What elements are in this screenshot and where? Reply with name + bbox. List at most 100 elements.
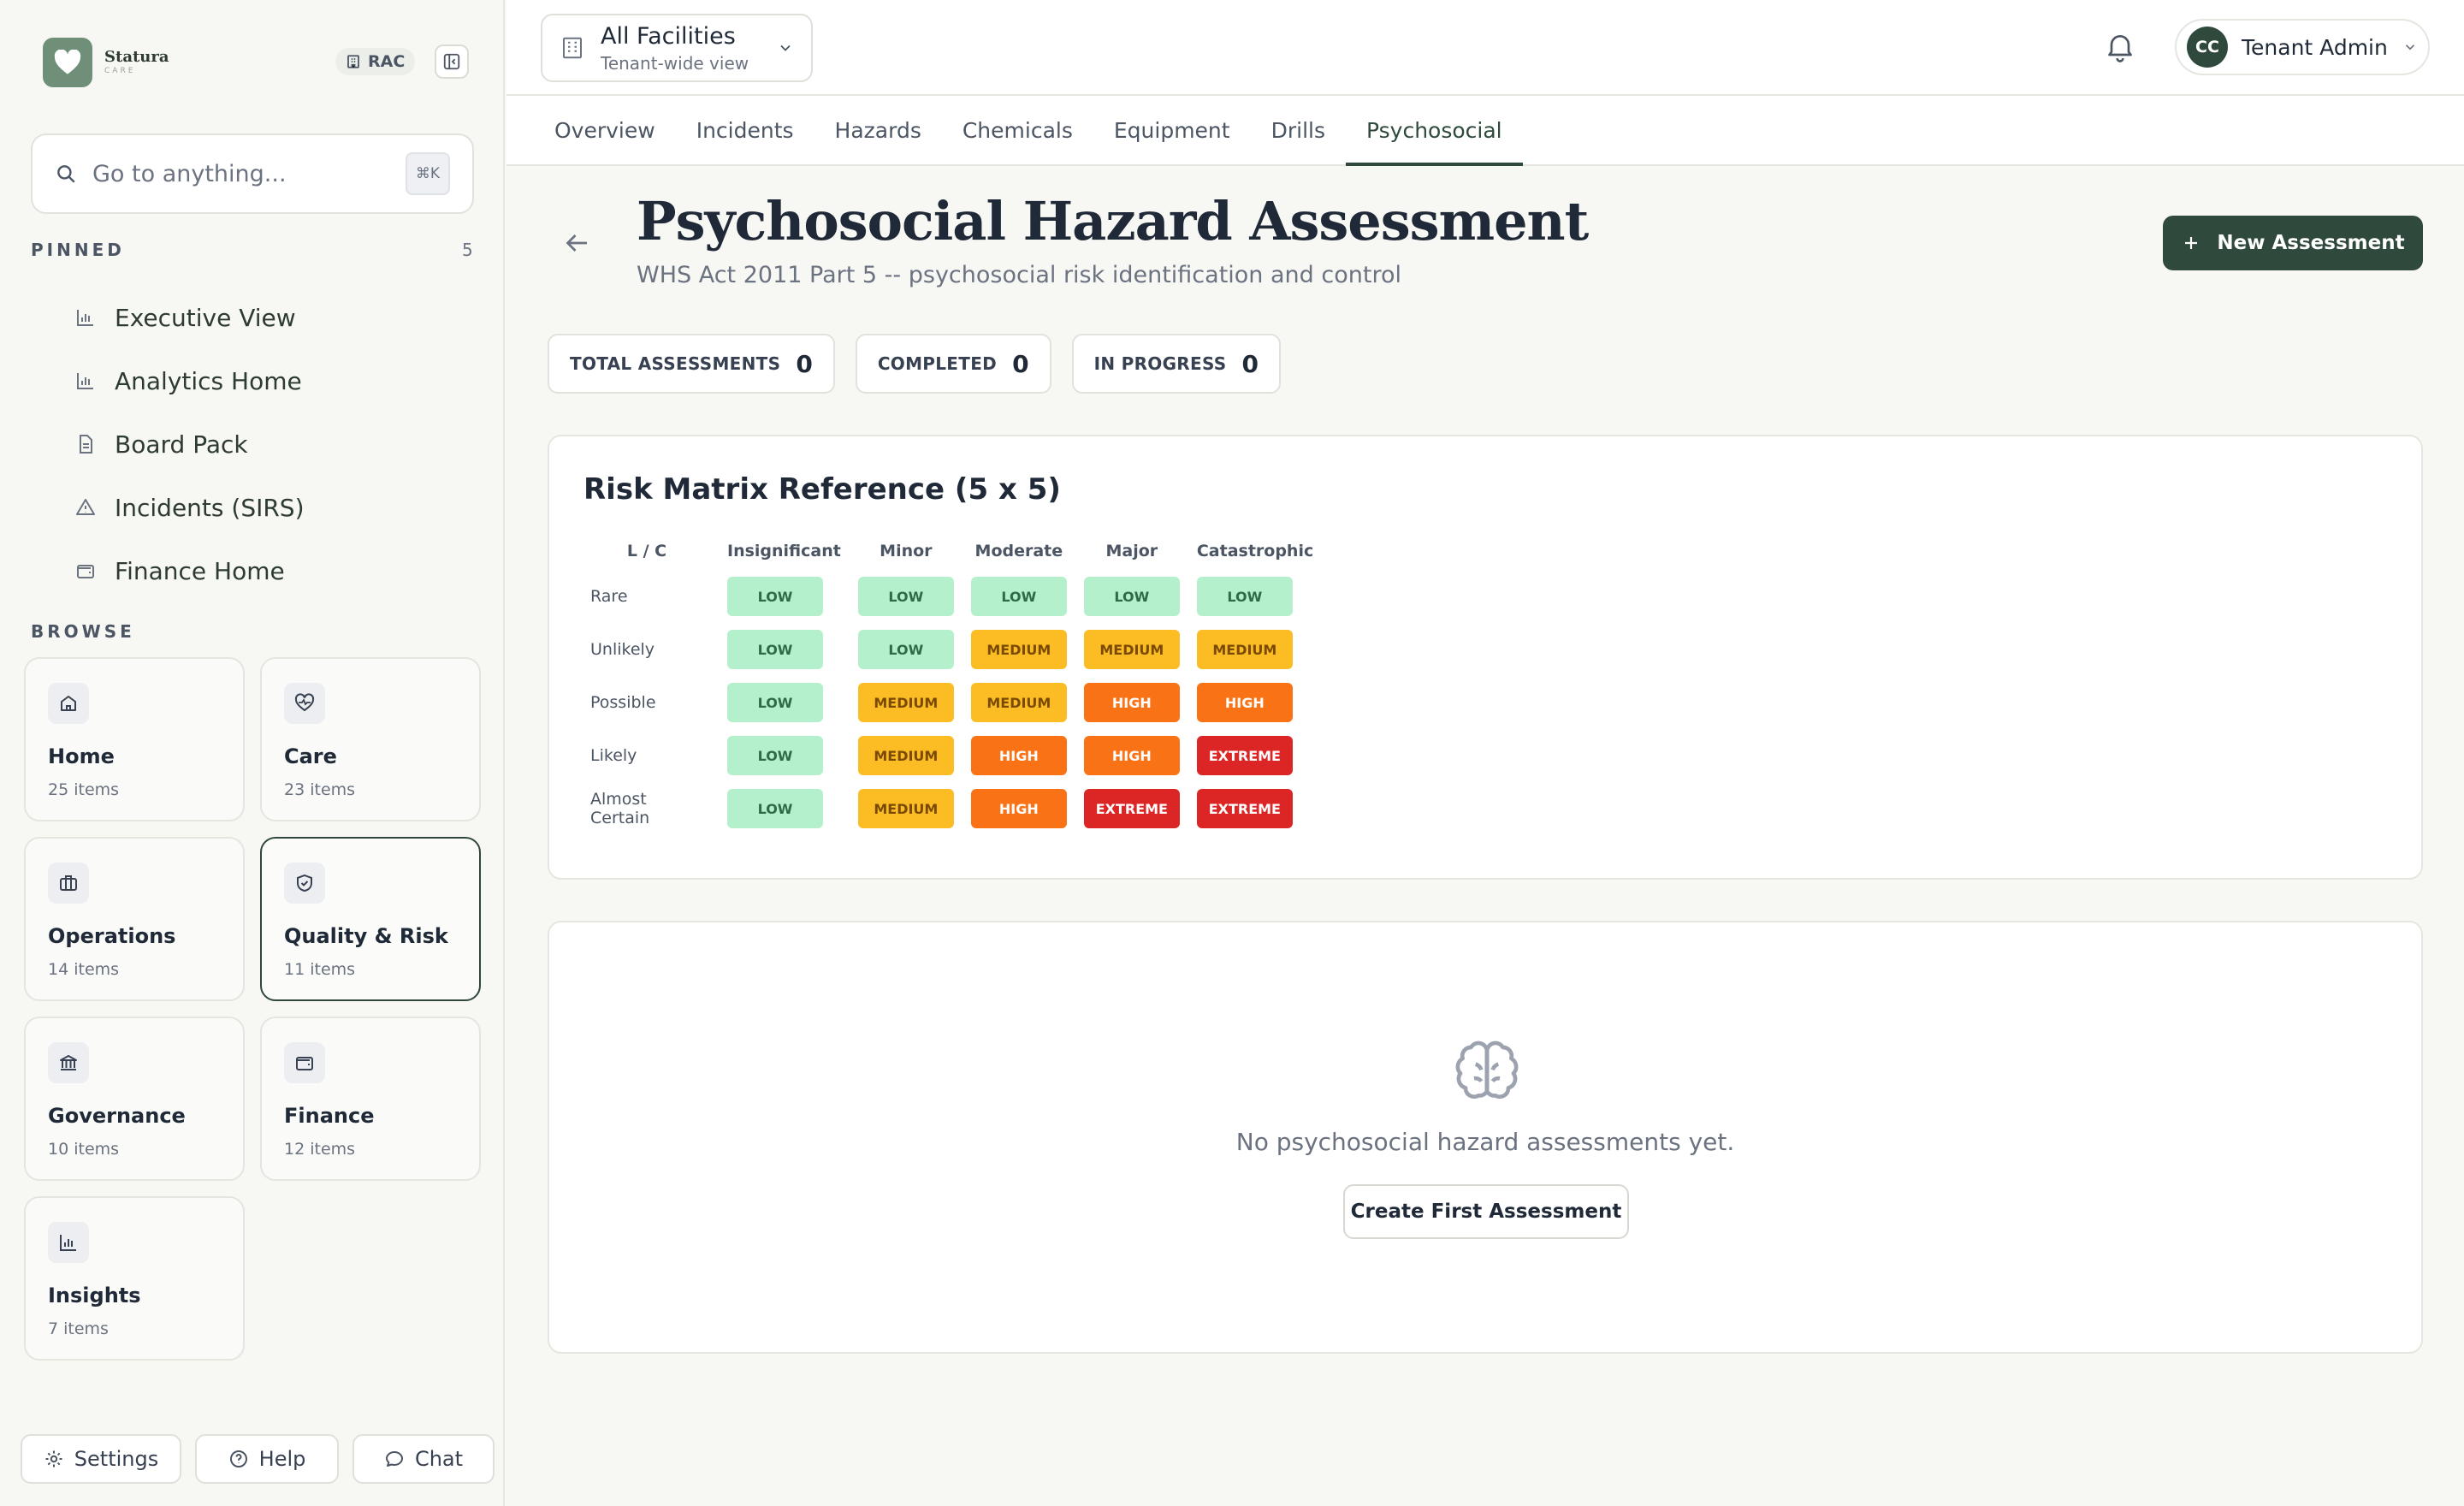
user-menu[interactable]: CC Tenant Admin xyxy=(2175,19,2430,75)
pinned-item-analytics-home[interactable]: Analytics Home xyxy=(75,349,305,412)
risk-level-cell: MEDIUM xyxy=(970,683,1067,722)
briefcase-icon xyxy=(48,863,89,904)
tab-drills[interactable]: Drills xyxy=(1251,96,1346,164)
facility-subtitle: Tenant-wide view xyxy=(601,52,749,74)
pinned-item-board-pack[interactable]: Board Pack xyxy=(75,412,305,476)
matrix-cell-wrapper: MEDIUM xyxy=(857,736,954,775)
matrix-cell-wrapper: LOW xyxy=(727,577,841,616)
chevron-down-icon xyxy=(2405,44,2415,50)
tile-title: Home xyxy=(48,744,115,768)
pinned-item-label: Board Pack xyxy=(115,430,248,459)
pinned-item-executive-view[interactable]: Executive View xyxy=(75,286,305,349)
risk-level-cell: MEDIUM xyxy=(857,683,954,722)
facility-selector[interactable]: All Facilities Tenant-wide view xyxy=(541,14,813,82)
browse-tile-insights[interactable]: Insights 7 items xyxy=(24,1196,245,1361)
tile-title: Quality & Risk xyxy=(284,924,448,948)
risk-level-cell: EXTREME xyxy=(1083,789,1180,828)
browse-tile-quality-risk[interactable]: Quality & Risk 11 items xyxy=(260,837,481,1001)
risk-matrix-title: Risk Matrix Reference (5 x 5) xyxy=(583,472,1061,507)
back-button[interactable] xyxy=(561,228,592,262)
tab-chemicals[interactable]: Chemicals xyxy=(942,96,1093,164)
risk-level-cell: LOW xyxy=(727,736,823,775)
matrix-cell-wrapper: MEDIUM xyxy=(857,789,954,828)
risk-level-cell: LOW xyxy=(1083,577,1180,616)
facility-title: All Facilities xyxy=(601,22,736,50)
tab-incidents[interactable]: Incidents xyxy=(676,96,814,164)
tab-psychosocial[interactable]: Psychosocial xyxy=(1346,96,1523,166)
browse-tile-operations[interactable]: Operations 14 items xyxy=(24,837,245,1001)
module-tabs: Overview Incidents Hazards Chemicals Equ… xyxy=(506,96,2464,166)
search-input[interactable]: Go to anything... ⌘K xyxy=(31,133,474,214)
matrix-row: Unlikely LOW LOW MEDIUM MEDIUM MEDIUM xyxy=(583,630,1313,669)
matrix-cell-wrapper: EXTREME xyxy=(1196,736,1313,775)
new-assessment-button[interactable]: New Assessment xyxy=(2163,216,2423,270)
matrix-cell-wrapper: LOW xyxy=(970,577,1067,616)
tab-equipment[interactable]: Equipment xyxy=(1093,96,1251,164)
brand[interactable]: Statura CARE xyxy=(43,38,169,87)
browse-tile-finance[interactable]: Finance 12 items xyxy=(260,1017,481,1181)
browse-tile-care[interactable]: Care 23 items xyxy=(260,657,481,821)
risk-level-cell: EXTREME xyxy=(1196,736,1293,775)
matrix-column-header: Insignificant xyxy=(727,542,841,560)
risk-level-cell: HIGH xyxy=(1196,683,1293,722)
help-circle-icon xyxy=(229,1450,247,1467)
tab-hazards[interactable]: Hazards xyxy=(814,96,942,164)
chevron-down-icon xyxy=(780,44,791,51)
stat-value: 0 xyxy=(796,349,813,378)
matrix-cell-wrapper: MEDIUM xyxy=(1083,630,1180,669)
tile-title: Finance xyxy=(284,1104,375,1128)
stat-in-progress: IN PROGRESS 0 xyxy=(1071,334,1281,394)
matrix-column-header: Catastrophic xyxy=(1196,542,1314,560)
building-icon xyxy=(563,37,582,59)
plus-icon xyxy=(2185,237,2198,249)
tenant-badge[interactable]: RAC xyxy=(335,48,416,75)
browse-section-label: BROWSE xyxy=(31,621,135,642)
pinned-item-incidents[interactable]: Incidents (SIRS) xyxy=(75,476,305,539)
bar-chart-icon xyxy=(48,1222,89,1263)
brain-icon xyxy=(1453,1037,1521,1109)
document-icon xyxy=(80,435,92,454)
pinned-list: Executive View Analytics Home Board Pack… xyxy=(75,286,305,602)
risk-level-cell: EXTREME xyxy=(1196,789,1293,828)
page-title: Psychosocial Hazard Assessment xyxy=(637,190,1589,252)
stats-row: TOTAL ASSESSMENTS 0 COMPLETED 0 IN PROGR… xyxy=(548,334,1281,394)
matrix-column-header: Moderate xyxy=(974,542,1063,560)
pinned-item-label: Analytics Home xyxy=(115,366,302,395)
stat-label: COMPLETED xyxy=(877,353,998,374)
chat-button[interactable]: Chat xyxy=(352,1434,495,1484)
browse-tile-governance[interactable]: Governance 10 items xyxy=(24,1017,245,1181)
tile-count: 23 items xyxy=(284,780,356,799)
pinned-item-label: Executive View xyxy=(115,303,296,332)
stat-label: TOTAL ASSESSMENTS xyxy=(570,353,781,374)
create-first-assessment-button[interactable]: Create First Assessment xyxy=(1343,1184,1629,1239)
empty-state-card: No psychosocial hazard assessments yet. … xyxy=(548,921,2423,1354)
search-placeholder: Go to anything... xyxy=(92,160,287,187)
matrix-row: Almost Certain LOW MEDIUM HIGH EXTREME EXTREM… xyxy=(583,789,1313,828)
matrix-row-label: Likely xyxy=(590,746,637,765)
risk-level-cell: MEDIUM xyxy=(857,736,954,775)
tile-count: 7 items xyxy=(48,1319,109,1338)
wallet-icon xyxy=(284,1042,325,1083)
risk-level-cell: HIGH xyxy=(970,736,1067,775)
browse-tile-home[interactable]: Home 25 items xyxy=(24,657,245,821)
notifications-button[interactable] xyxy=(2103,29,2137,67)
risk-level-cell: LOW xyxy=(727,630,823,669)
matrix-cell-wrapper: EXTREME xyxy=(1083,789,1180,828)
matrix-cell-wrapper: MEDIUM xyxy=(970,630,1067,669)
matrix-cell-wrapper: LOW xyxy=(727,683,841,722)
collapse-sidebar-button[interactable] xyxy=(435,44,469,79)
risk-level-cell: MEDIUM xyxy=(1083,630,1180,669)
matrix-cell-wrapper: LOW xyxy=(857,630,954,669)
settings-button[interactable]: Settings xyxy=(21,1434,181,1484)
matrix-row: Possible LOW MEDIUM MEDIUM HIGH HIGH xyxy=(583,683,1313,722)
risk-level-cell: LOW xyxy=(857,630,954,669)
chat-label: Chat xyxy=(414,1447,464,1471)
tab-overview[interactable]: Overview xyxy=(534,96,676,164)
matrix-cell-wrapper: MEDIUM xyxy=(1196,630,1313,669)
pinned-item-finance-home[interactable]: Finance Home xyxy=(75,539,305,602)
risk-matrix-table: L / C Insignificant Minor Moderate Major… xyxy=(566,525,1330,842)
settings-label: Settings xyxy=(74,1447,159,1471)
stat-value: 0 xyxy=(1012,349,1029,378)
help-button[interactable]: Help xyxy=(195,1434,339,1484)
tile-count: 14 items xyxy=(48,960,120,979)
